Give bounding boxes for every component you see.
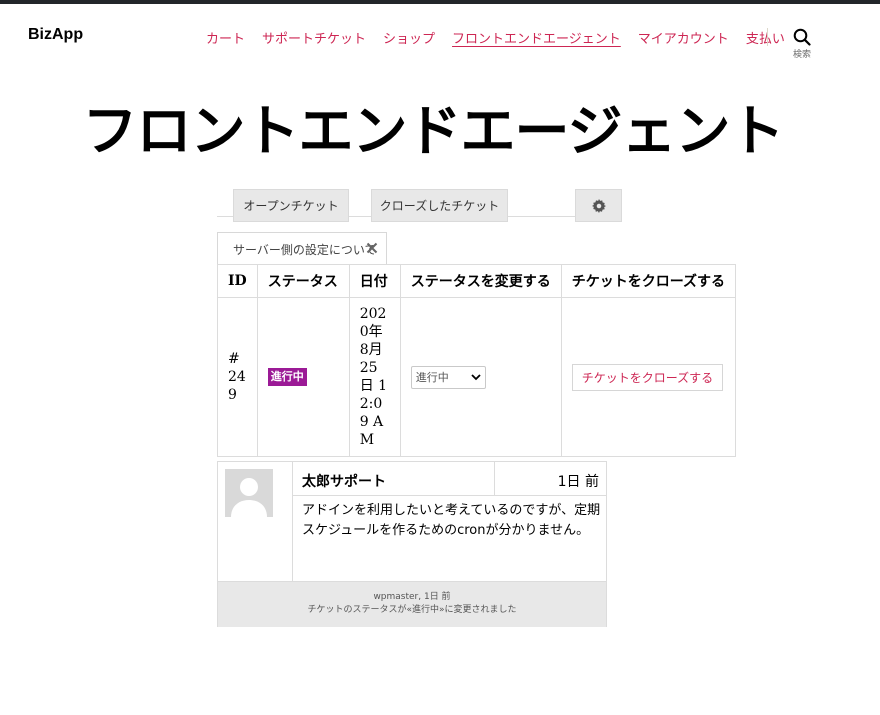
- status-select[interactable]: 進行中: [410, 365, 486, 389]
- reply-time: 1日 前: [557, 474, 599, 490]
- status-badge: 進行中: [267, 368, 307, 386]
- avatar: [225, 469, 273, 517]
- site-title[interactable]: BizApp: [28, 26, 83, 44]
- nav-divider: [767, 28, 768, 46]
- nav-item-my-account[interactable]: マイアカウント: [638, 28, 729, 47]
- user-placeholder-icon: [225, 469, 273, 517]
- header-status: ステータス: [256, 264, 350, 298]
- nav-item-shop[interactable]: ショップ: [383, 28, 435, 47]
- close-ticket-cell: チケットをクローズする: [560, 297, 737, 457]
- status-log-meta: wpmaster, 1日 前: [373, 592, 451, 602]
- reply-thread: 太郎サポート 1日 前 アドインを利用したいと考えているのですが、定期スケジュー…: [217, 461, 607, 627]
- status-log-text: チケットのステータスが«進行中»に変更されました: [307, 605, 517, 615]
- header-close-ticket: チケットをクローズする: [560, 264, 737, 298]
- change-status-cell: 進行中: [399, 297, 562, 457]
- table-row[interactable]: #249 進行中 2020年8月25日 12:09 AM 進行中 チケットをクロ…: [217, 297, 737, 457]
- avatar-cell: [218, 462, 293, 581]
- nav-item-cart[interactable]: カート: [206, 28, 245, 47]
- page-title: フロントエンドエージェント: [82, 99, 785, 163]
- status-cell: 進行中: [256, 297, 350, 457]
- search-label: 検索: [792, 50, 811, 60]
- header-change-status: ステータスを変更する: [399, 264, 562, 298]
- nav-item-support-ticket[interactable]: サポートチケット: [262, 28, 366, 47]
- reply-time-cell: 1日 前: [494, 462, 607, 495]
- gear-icon: [591, 198, 606, 213]
- table-header-row: ID ステータス 日付 ステータスを変更する チケットをクローズする: [217, 264, 737, 298]
- nav-item-frontend-agent[interactable]: フロントエンドエージェント: [452, 28, 621, 47]
- nav-item-payment[interactable]: 支払い: [746, 28, 785, 47]
- search-toggle[interactable]: 検索: [786, 28, 818, 60]
- status-log: wpmaster, 1日 前 チケットのステータスが«進行中»に変更されました: [218, 581, 606, 627]
- chevron-down-icon: [471, 373, 481, 380]
- settings-button[interactable]: [575, 189, 622, 222]
- reply-author: 太郎サポート: [302, 474, 386, 490]
- status-select-value: 進行中: [415, 371, 449, 384]
- top-border: [0, 0, 880, 4]
- header-id: ID: [217, 264, 258, 298]
- notice-tab[interactable]: サーバー側の設定について: [217, 232, 387, 265]
- tab-closed-tickets[interactable]: クローズしたチケット: [371, 189, 508, 222]
- ticket-date: 2020年8月25日 12:09 AM: [348, 297, 401, 457]
- notice-label: サーバー側の設定について: [233, 242, 377, 257]
- header-date: 日付: [348, 264, 401, 298]
- reply-divider: [293, 495, 607, 496]
- tickets-table: ID ステータス 日付 ステータスを変更する チケットをクローズする #249 …: [217, 264, 737, 457]
- close-icon[interactable]: [366, 242, 378, 254]
- primary-nav: カート サポートチケット ショップ フロントエンドエージェント マイアカウント …: [206, 28, 802, 47]
- search-icon: [793, 28, 811, 46]
- ticket-id[interactable]: #249: [217, 297, 258, 457]
- reply-message: アドインを利用したいと考えているのですが、定期スケジュールを作るためのcronが…: [302, 503, 601, 538]
- tab-open-tickets[interactable]: オープンチケット: [233, 189, 349, 222]
- close-ticket-button[interactable]: チケットをクローズする: [571, 363, 724, 391]
